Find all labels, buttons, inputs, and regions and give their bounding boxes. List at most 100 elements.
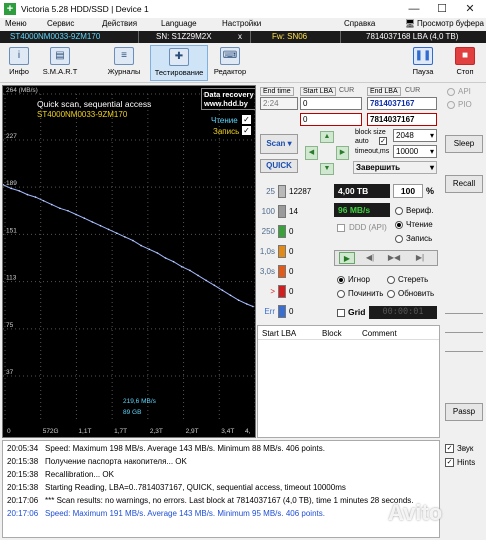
log-timestamp: 20:05:34 bbox=[7, 444, 39, 453]
close-button[interactable]: ✕ bbox=[456, 0, 484, 18]
stop-button[interactable]: ■ Стоп bbox=[448, 45, 482, 81]
start-cur-label: CUR bbox=[339, 87, 355, 94]
end-lba-input[interactable]: 7814037167 bbox=[367, 97, 437, 110]
read-radio[interactable] bbox=[395, 221, 403, 229]
capacity-display: 4,00 TB bbox=[334, 184, 390, 198]
speed-display: 96 MB/s bbox=[334, 203, 390, 217]
verify-radio[interactable] bbox=[395, 207, 403, 215]
arrow-down-icon[interactable]: ▼ bbox=[320, 163, 334, 175]
erase-radio[interactable] bbox=[387, 276, 395, 284]
ddd-checkbox[interactable] bbox=[337, 224, 345, 232]
play-icon[interactable]: ▶ bbox=[339, 252, 355, 264]
counter-color-box bbox=[278, 265, 286, 278]
defects-table[interactable]: Start LBA Block Comment bbox=[257, 325, 440, 438]
pio-radio[interactable] bbox=[447, 101, 455, 109]
menu-item-menu[interactable]: Меню bbox=[5, 19, 27, 28]
grid-checkbox[interactable] bbox=[337, 309, 345, 317]
x-tick-label: 1,1T bbox=[78, 428, 91, 435]
sound-checkbox[interactable]: ✓ bbox=[445, 444, 454, 453]
write-radio[interactable] bbox=[395, 235, 403, 243]
timeout-select[interactable]: 10000 ▾ bbox=[393, 145, 437, 158]
arrow-right-icon[interactable]: ▶ bbox=[336, 146, 349, 160]
menu-item-language[interactable]: Language bbox=[161, 19, 197, 28]
scan-button[interactable]: Scan ▾ bbox=[260, 134, 298, 154]
menu-item-service[interactable]: Сервис bbox=[47, 19, 74, 28]
testing-button[interactable]: ✚ Тестирование bbox=[150, 45, 208, 81]
counter-label: 25 bbox=[266, 187, 275, 196]
block-size-select[interactable]: 2048 ▾ bbox=[393, 129, 437, 142]
y-tick-label: 37 bbox=[6, 369, 14, 376]
smart-button[interactable]: ▤ S.M.A.R.T bbox=[38, 45, 82, 81]
write-legend-checkbox[interactable]: ✓ bbox=[242, 126, 251, 135]
passport-button[interactable]: Passp bbox=[445, 403, 483, 421]
ignore-radio[interactable] bbox=[337, 276, 345, 284]
speed-chart-svg: 227 189 151 113 75 37 0 572G 1,1T 1,7T 2,3T 2,9T 3,4… bbox=[3, 93, 255, 435]
graph-title: Quick scan, sequential access bbox=[37, 99, 152, 109]
read-speed-point bbox=[172, 260, 175, 263]
y-tick-label: 151 bbox=[6, 227, 17, 234]
y-tick-label: 189 bbox=[6, 180, 17, 187]
read-speed-point bbox=[10, 187, 12, 190]
event-log[interactable]: 20:05:34 Speed: Maximum 198 MB/s. Average… bbox=[2, 440, 440, 538]
device-close[interactable]: x bbox=[238, 32, 242, 41]
skip-icon[interactable]: ▶◀ bbox=[387, 252, 401, 264]
read-legend-checkbox[interactable]: ✓ bbox=[242, 115, 251, 124]
step-back-icon[interactable]: ◀| bbox=[363, 252, 377, 264]
log-text: Starting Reading, LBA=0..7814037167, QUI… bbox=[45, 483, 346, 492]
menu-item-actions[interactable]: Действия bbox=[102, 19, 137, 28]
log-timestamp: 20:17:06 bbox=[7, 496, 39, 505]
sleep-button[interactable]: Sleep bbox=[445, 135, 483, 153]
repair-radio[interactable] bbox=[337, 290, 345, 298]
auto-checkbox[interactable]: ✓ bbox=[379, 137, 387, 145]
api-radio[interactable] bbox=[447, 88, 455, 96]
arrow-up-icon[interactable]: ▲ bbox=[320, 131, 334, 143]
column-block: Block bbox=[322, 329, 342, 338]
pause-icon: ❚❚ bbox=[413, 47, 433, 65]
counter-value: 12287 bbox=[289, 187, 312, 196]
counter-label: 1,0s bbox=[259, 247, 275, 256]
pause-button[interactable]: ❚❚ Пауза bbox=[408, 45, 438, 81]
read-speed-point bbox=[197, 274, 199, 277]
minimize-button[interactable]: — bbox=[400, 0, 428, 18]
toolbar: i Инфо ▤ S.M.A.R.T ≡ Журналы ✚ Тестирова… bbox=[0, 43, 486, 83]
speed-graph[interactable]: 227 189 151 113 75 37 0 572G 1,1T 1,7T 2,3T 2,9T 3,4… bbox=[2, 85, 256, 438]
end-cur-field[interactable]: 7814037167 bbox=[367, 113, 437, 126]
hints-checkbox[interactable]: ✓ bbox=[445, 458, 454, 467]
graph-model: ST4000NM0033-9ZM170 bbox=[37, 110, 128, 119]
counter-value: 0 bbox=[289, 267, 294, 276]
app-icon: + bbox=[4, 3, 16, 15]
side-panel: API PIO Sleep Recall Passp ✓ Звук ✓ Hint… bbox=[441, 85, 486, 467]
finish-action-select[interactable]: Завершить ▾ bbox=[353, 161, 437, 174]
end-icon[interactable]: ▶| bbox=[413, 252, 427, 264]
read-speed-point bbox=[164, 257, 167, 259]
read-speed-point bbox=[26, 193, 29, 196]
x-tick-label: 1,7T bbox=[114, 428, 127, 435]
info-button[interactable]: i Инфо bbox=[2, 45, 36, 81]
device-model[interactable]: ST4000NM0033-9ZM170 bbox=[10, 32, 100, 41]
refresh-radio[interactable] bbox=[387, 290, 395, 298]
auto-label: auto bbox=[355, 138, 369, 145]
menu-item-buffer-viewer[interactable]: Просмотр буфера bbox=[417, 19, 484, 28]
read-speed-point bbox=[75, 213, 77, 216]
verify-label: Вериф. bbox=[406, 206, 434, 215]
read-speed-point bbox=[181, 265, 183, 268]
counter-label: 250 bbox=[261, 227, 275, 236]
maximize-button[interactable]: ☐ bbox=[428, 0, 456, 18]
direction-pad[interactable]: ▲ ◀ ▶ ▼ bbox=[305, 131, 349, 175]
timeout-label: timeout,ms bbox=[355, 148, 390, 155]
arrow-left-icon[interactable]: ◀ bbox=[305, 146, 318, 160]
x-tick-label: 0 bbox=[7, 428, 11, 435]
editor-button[interactable]: ⌨ Редактор bbox=[210, 45, 250, 81]
y-tick-label: 227 bbox=[6, 133, 17, 140]
buffer-viewer-icon[interactable]: 🖥 bbox=[405, 19, 415, 28]
quick-button[interactable]: QUICK bbox=[260, 159, 298, 173]
recall-button[interactable]: Recall bbox=[445, 175, 483, 193]
log-row: 20:15:38 Получение паспорта накопителя...… bbox=[7, 457, 187, 466]
start-cur-field[interactable]: 0 bbox=[300, 113, 362, 126]
logs-button[interactable]: ≡ Журналы bbox=[104, 45, 144, 81]
menu-item-help[interactable]: Справка bbox=[344, 19, 375, 28]
menu-item-settings[interactable]: Настройки bbox=[222, 19, 261, 28]
start-lba-input[interactable]: 0 bbox=[300, 97, 362, 110]
end-time-field[interactable]: 2:24 bbox=[260, 97, 298, 110]
window-title: Victoria 5.28 HDD/SSD | Device 1 bbox=[21, 4, 149, 14]
